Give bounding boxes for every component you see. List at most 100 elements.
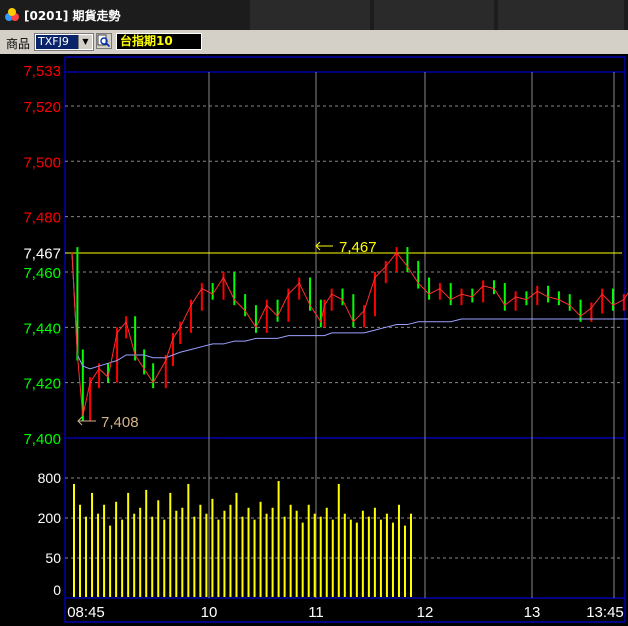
- time-tick-label: 13: [524, 604, 541, 621]
- grid: [65, 72, 622, 598]
- time-tick-label: 13:45: [586, 604, 624, 621]
- volume-bar: [319, 516, 322, 597]
- volume-bar: [91, 492, 94, 597]
- volume-tick-label: 800: [38, 470, 62, 486]
- volume-bar: [361, 510, 364, 597]
- futures-chart[interactable]: 7,533 7,520 7,500 7,480 7,467 7,460 7,440 7,420…: [0, 54, 628, 626]
- volume-bar: [355, 522, 358, 597]
- volume-bar: [241, 516, 244, 597]
- volume-bar: [397, 504, 400, 597]
- chevron-down-icon[interactable]: ▼: [78, 35, 92, 49]
- volume-bar: [337, 483, 340, 597]
- title-bar: [0201] 期貨走勢: [0, 0, 628, 31]
- volume-bar: [163, 519, 166, 597]
- volume-bar: [115, 501, 118, 597]
- volume-bar: [391, 522, 394, 597]
- volume-bar: [157, 500, 160, 597]
- magnifier-icon: [97, 34, 111, 48]
- volume-bar: [133, 513, 136, 597]
- volume-bar: [385, 513, 388, 597]
- price-tick-label: 7,533: [23, 63, 61, 80]
- volume-bar: [97, 513, 100, 597]
- volume-bar: [301, 522, 304, 597]
- volume-bar: [343, 513, 346, 597]
- volume-bar: [349, 519, 352, 597]
- volume-axis-labels: 800 200 50 0: [38, 470, 62, 598]
- app-logo-icon: [5, 8, 19, 21]
- volume-bar: [235, 492, 238, 597]
- volume-bar: [277, 480, 280, 597]
- symbol-dropdown[interactable]: TXFJ9 ▼: [34, 33, 94, 51]
- volume-bars: [73, 480, 412, 597]
- time-tick-label: 12: [417, 604, 434, 621]
- volume-bar: [253, 519, 256, 597]
- volume-bar: [181, 507, 184, 597]
- volume-bar: [217, 519, 220, 597]
- volume-bar: [283, 516, 286, 597]
- low-marker: 7,408: [77, 414, 139, 431]
- low-label: 7,408: [101, 414, 139, 431]
- volume-bar: [211, 498, 214, 597]
- high-label: 7,467: [339, 239, 377, 256]
- average-price-line: [71, 252, 628, 370]
- volume-bar: [175, 510, 178, 597]
- volume-bar: [193, 516, 196, 597]
- volume-bar: [271, 507, 274, 597]
- volume-bar: [313, 513, 316, 597]
- volume-bar: [169, 492, 172, 597]
- tab-3[interactable]: [498, 0, 624, 30]
- window-title: [0201] 期貨走勢: [24, 9, 121, 23]
- price-line: [71, 251, 628, 416]
- product-label: 商品: [6, 37, 31, 51]
- volume-bar: [187, 483, 190, 597]
- price-tick-label: 7,440: [23, 320, 61, 337]
- search-button[interactable]: [96, 33, 112, 49]
- tab-1[interactable]: [250, 0, 370, 30]
- volume-bar: [223, 510, 226, 597]
- time-tick-label: 10: [201, 604, 218, 621]
- volume-bar: [295, 510, 298, 597]
- price-tick-label: 7,467: [23, 246, 61, 263]
- price-tick-label: 7,480: [23, 210, 61, 227]
- time-tick-label: 11: [308, 604, 324, 621]
- volume-bar: [403, 525, 406, 597]
- price-tick-label: 7,500: [23, 154, 61, 171]
- volume-tick-label: 50: [45, 550, 61, 566]
- volume-bar: [367, 516, 370, 597]
- volume-bar: [307, 504, 310, 597]
- volume-bar: [379, 519, 382, 597]
- volume-tick-label: 0: [53, 582, 61, 598]
- volume-bar: [79, 504, 82, 597]
- volume-bar: [331, 519, 334, 597]
- toolbar: 商品 TXFJ9 ▼ 台指期10: [0, 30, 628, 54]
- volume-bar: [145, 489, 148, 597]
- volume-bar: [229, 504, 232, 597]
- volume-bar: [127, 492, 130, 597]
- volume-bar: [139, 507, 142, 597]
- volume-bar: [121, 519, 124, 597]
- volume-bar: [205, 513, 208, 597]
- volume-bar: [73, 483, 75, 597]
- price-tick-label: 7,400: [23, 431, 61, 448]
- volume-bar: [373, 507, 376, 597]
- volume-bar: [265, 513, 268, 597]
- volume-bar: [103, 504, 106, 597]
- price-candles: [76, 247, 625, 422]
- volume-bar: [325, 507, 328, 597]
- time-tick-label: 08:45: [67, 604, 105, 621]
- price-tick-label: 7,460: [23, 265, 61, 282]
- time-axis-labels: 08:45 10 11 12 13 13:45: [67, 604, 624, 621]
- volume-bar: [247, 507, 250, 597]
- symbol-value: TXFJ9: [36, 35, 78, 49]
- product-name-box: 台指期10: [116, 33, 202, 50]
- volume-bar: [85, 516, 88, 597]
- volume-bar: [109, 525, 112, 597]
- price-tick-label: 7,420: [23, 376, 61, 393]
- volume-bar: [289, 504, 292, 597]
- tab-2[interactable]: [374, 0, 494, 30]
- price-tick-label: 7,520: [23, 99, 61, 116]
- volume-bar: [259, 501, 262, 597]
- volume-bar: [151, 516, 154, 597]
- volume-bar: [199, 504, 202, 597]
- price-axis-labels: 7,533 7,520 7,500 7,480 7,467 7,460 7,440 7,420…: [23, 63, 61, 448]
